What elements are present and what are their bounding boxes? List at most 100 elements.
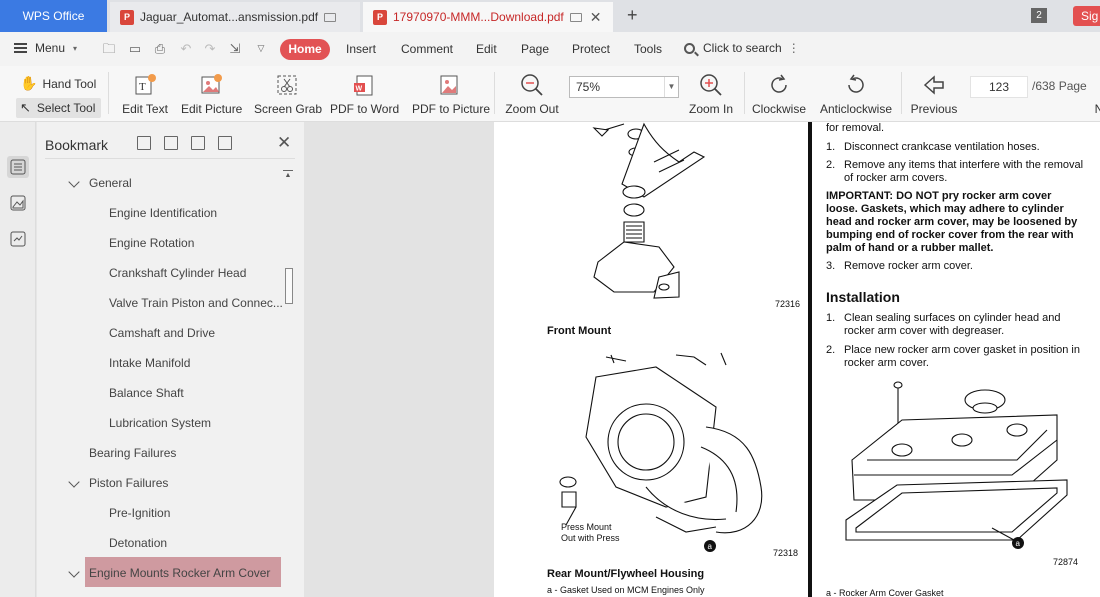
important-note-line2: loose. Gaskets, which may adhere to cyli…	[826, 203, 1064, 215]
annotation-panel-icon[interactable]	[7, 228, 29, 250]
chevron-down-icon[interactable]	[68, 476, 80, 488]
toolbar-divider	[744, 72, 745, 114]
search-box[interactable]: Click to search ⋮	[684, 41, 800, 55]
new-tab-icon[interactable]: +	[627, 5, 638, 26]
install-step2-line2: rocker arm cover.	[844, 357, 929, 369]
tab-wps-label: WPS Office	[22, 9, 85, 23]
tab-page[interactable]: Page	[521, 42, 549, 56]
bookmark-item[interactable]: Detonation	[109, 536, 167, 550]
figure-caption-rocker-arm-cover: a - Rocker Arm Cover Gasket	[826, 588, 944, 597]
figure-caption-front-mount: Front Mount	[547, 325, 612, 337]
tab-edit[interactable]: Edit	[476, 42, 497, 56]
chevron-down-icon[interactable]: ▼	[664, 77, 678, 97]
redo-icon[interactable]: ↷	[202, 41, 218, 56]
edit-text-button[interactable]: T Edit Text	[122, 72, 168, 116]
add-bookmark-icon[interactable]	[137, 136, 151, 150]
pdf-to-word-icon: W	[351, 72, 377, 98]
main-menu-button[interactable]: Menu ▾	[14, 41, 77, 55]
screen-grab-button[interactable]: Screen Grab	[254, 72, 322, 116]
expand-bookmark-icon[interactable]	[164, 136, 178, 150]
edit-picture-label: Edit Picture	[181, 102, 243, 116]
pdf-file-icon: P	[120, 9, 134, 25]
zoom-out-button[interactable]: Zoom Out	[505, 72, 559, 116]
rotate-anticlockwise-button[interactable]: Anticlockwise	[819, 72, 893, 116]
monitor-icon[interactable]	[324, 12, 337, 22]
bookmark-item[interactable]: Intake Manifold	[109, 356, 190, 370]
hand-tool-label: Hand Tool	[42, 76, 97, 91]
figure-code: 72874	[1053, 557, 1079, 567]
step-number: 3.	[826, 260, 836, 272]
bookmark-item-bearing-failures[interactable]: Bearing Failures	[89, 446, 176, 460]
svg-text:a: a	[708, 542, 713, 551]
sign-in-button[interactable]: Sig	[1073, 6, 1100, 26]
pdf-to-picture-button[interactable]: PDF to Picture	[412, 72, 490, 116]
next-page-button[interactable]: N	[1094, 102, 1100, 116]
bookmark-item-engine-mounts-selected[interactable]: Engine Mounts Rocker Arm Cover	[89, 566, 270, 580]
bookmark-item[interactable]: Pre-Ignition	[109, 506, 170, 520]
tab-home[interactable]: Home	[280, 39, 330, 60]
scissors-icon	[274, 72, 300, 98]
bookmark-panel-icon[interactable]	[7, 156, 29, 178]
bookmark-item[interactable]: Valve Train Piston and Connec...	[109, 296, 283, 310]
page-number-input[interactable]: 123	[970, 76, 1028, 98]
bookmark-options-icon[interactable]	[218, 136, 232, 150]
previous-page-button[interactable]: Previous	[910, 72, 958, 116]
undo-icon[interactable]: ↶	[178, 41, 194, 56]
bookmark-item-piston-failures[interactable]: Piston Failures	[89, 476, 168, 490]
zoom-in-button[interactable]: Zoom In	[688, 72, 734, 116]
bookmark-item[interactable]: Crankshaft Cylinder Head	[109, 266, 246, 280]
edit-text-icon: T	[132, 72, 158, 98]
press-mount-note-line1: Press Mount	[561, 522, 612, 532]
chevron-down-icon[interactable]	[68, 566, 80, 578]
bookmark-item[interactable]: Camshaft and Drive	[109, 326, 215, 340]
open-folder-icon[interactable]: 🗀	[101, 41, 117, 56]
tab-protect[interactable]: Protect	[572, 42, 610, 56]
bookmark-scrollbar-thumb[interactable]	[285, 268, 293, 304]
bookmark-item[interactable]: Engine Rotation	[109, 236, 194, 250]
svg-text:W: W	[356, 86, 363, 93]
bookmark-item[interactable]: Balance Shaft	[109, 386, 184, 400]
scroll-up-arrow-icon[interactable]: ▲	[283, 170, 293, 180]
step-number: 1.	[826, 312, 836, 324]
thumbnail-panel-icon[interactable]	[7, 192, 29, 214]
more-vertical-icon[interactable]: ⋮	[788, 41, 800, 55]
window-count-badge[interactable]: 2	[1031, 8, 1047, 23]
close-tab-icon[interactable]: ✕	[590, 9, 602, 26]
zoom-level-select[interactable]: 75% ▼	[569, 76, 679, 98]
print-icon[interactable]: ⎙	[152, 41, 168, 56]
section-heading-installation: Installation	[826, 289, 900, 305]
more-dropdown-icon[interactable]: ▽	[253, 41, 269, 56]
bookmark-item[interactable]: Lubrication System	[109, 416, 211, 430]
collapse-bookmark-icon[interactable]	[191, 136, 205, 150]
previous-label: Previous	[910, 102, 958, 116]
ribbon-toolbar: ✋ Hand Tool ↖ Select Tool T Edit Text Ed…	[0, 66, 1100, 122]
page-total-label: /638 Page	[1032, 79, 1087, 93]
rotate-clockwise-button[interactable]: Clockwise	[752, 72, 806, 116]
install-step1-line1: Clean sealing surfaces on cylinder head …	[844, 312, 1061, 324]
step-remove-items-line2: of rocker arm covers.	[844, 172, 948, 184]
bookmark-item-general[interactable]: General	[89, 176, 132, 190]
close-panel-icon[interactable]: ✕	[277, 133, 291, 153]
tab-tools[interactable]: Tools	[634, 42, 662, 56]
chevron-down-icon[interactable]	[68, 176, 80, 188]
zoom-level-value: 75%	[576, 80, 601, 94]
important-note-line4: bumping end of rocker cover from the rea…	[826, 229, 1074, 241]
zoom-in-label: Zoom In	[688, 102, 733, 116]
bookmark-item[interactable]: Engine Identification	[109, 206, 217, 220]
tab-wps-office[interactable]: WPS Office	[0, 0, 107, 32]
select-tool-button[interactable]: ↖ Select Tool	[16, 98, 102, 118]
hand-tool-button[interactable]: ✋ Hand Tool	[20, 75, 96, 92]
pdf-to-word-label: PDF to Word	[330, 102, 400, 116]
tab-active-pdf[interactable]: P 17970970-MMM...Download.pdf ✕	[363, 2, 613, 32]
tab-comment[interactable]: Comment	[401, 42, 453, 56]
tab-jaguar-pdf[interactable]: P Jaguar_Automat...ansmission.pdf	[110, 2, 360, 32]
svg-text:T: T	[139, 81, 146, 93]
monitor-icon[interactable]	[569, 12, 582, 22]
export-icon[interactable]: ⇲	[227, 41, 243, 56]
tab-insert[interactable]: Insert	[346, 42, 376, 56]
edit-picture-button[interactable]: Edit Picture	[181, 72, 243, 116]
save-icon[interactable]: ▭	[127, 41, 143, 56]
search-icon	[684, 42, 695, 54]
pdf-to-word-button[interactable]: W PDF to Word	[330, 72, 400, 116]
figure-caption-rear-mount: Rear Mount/Flywheel Housing	[547, 568, 705, 580]
